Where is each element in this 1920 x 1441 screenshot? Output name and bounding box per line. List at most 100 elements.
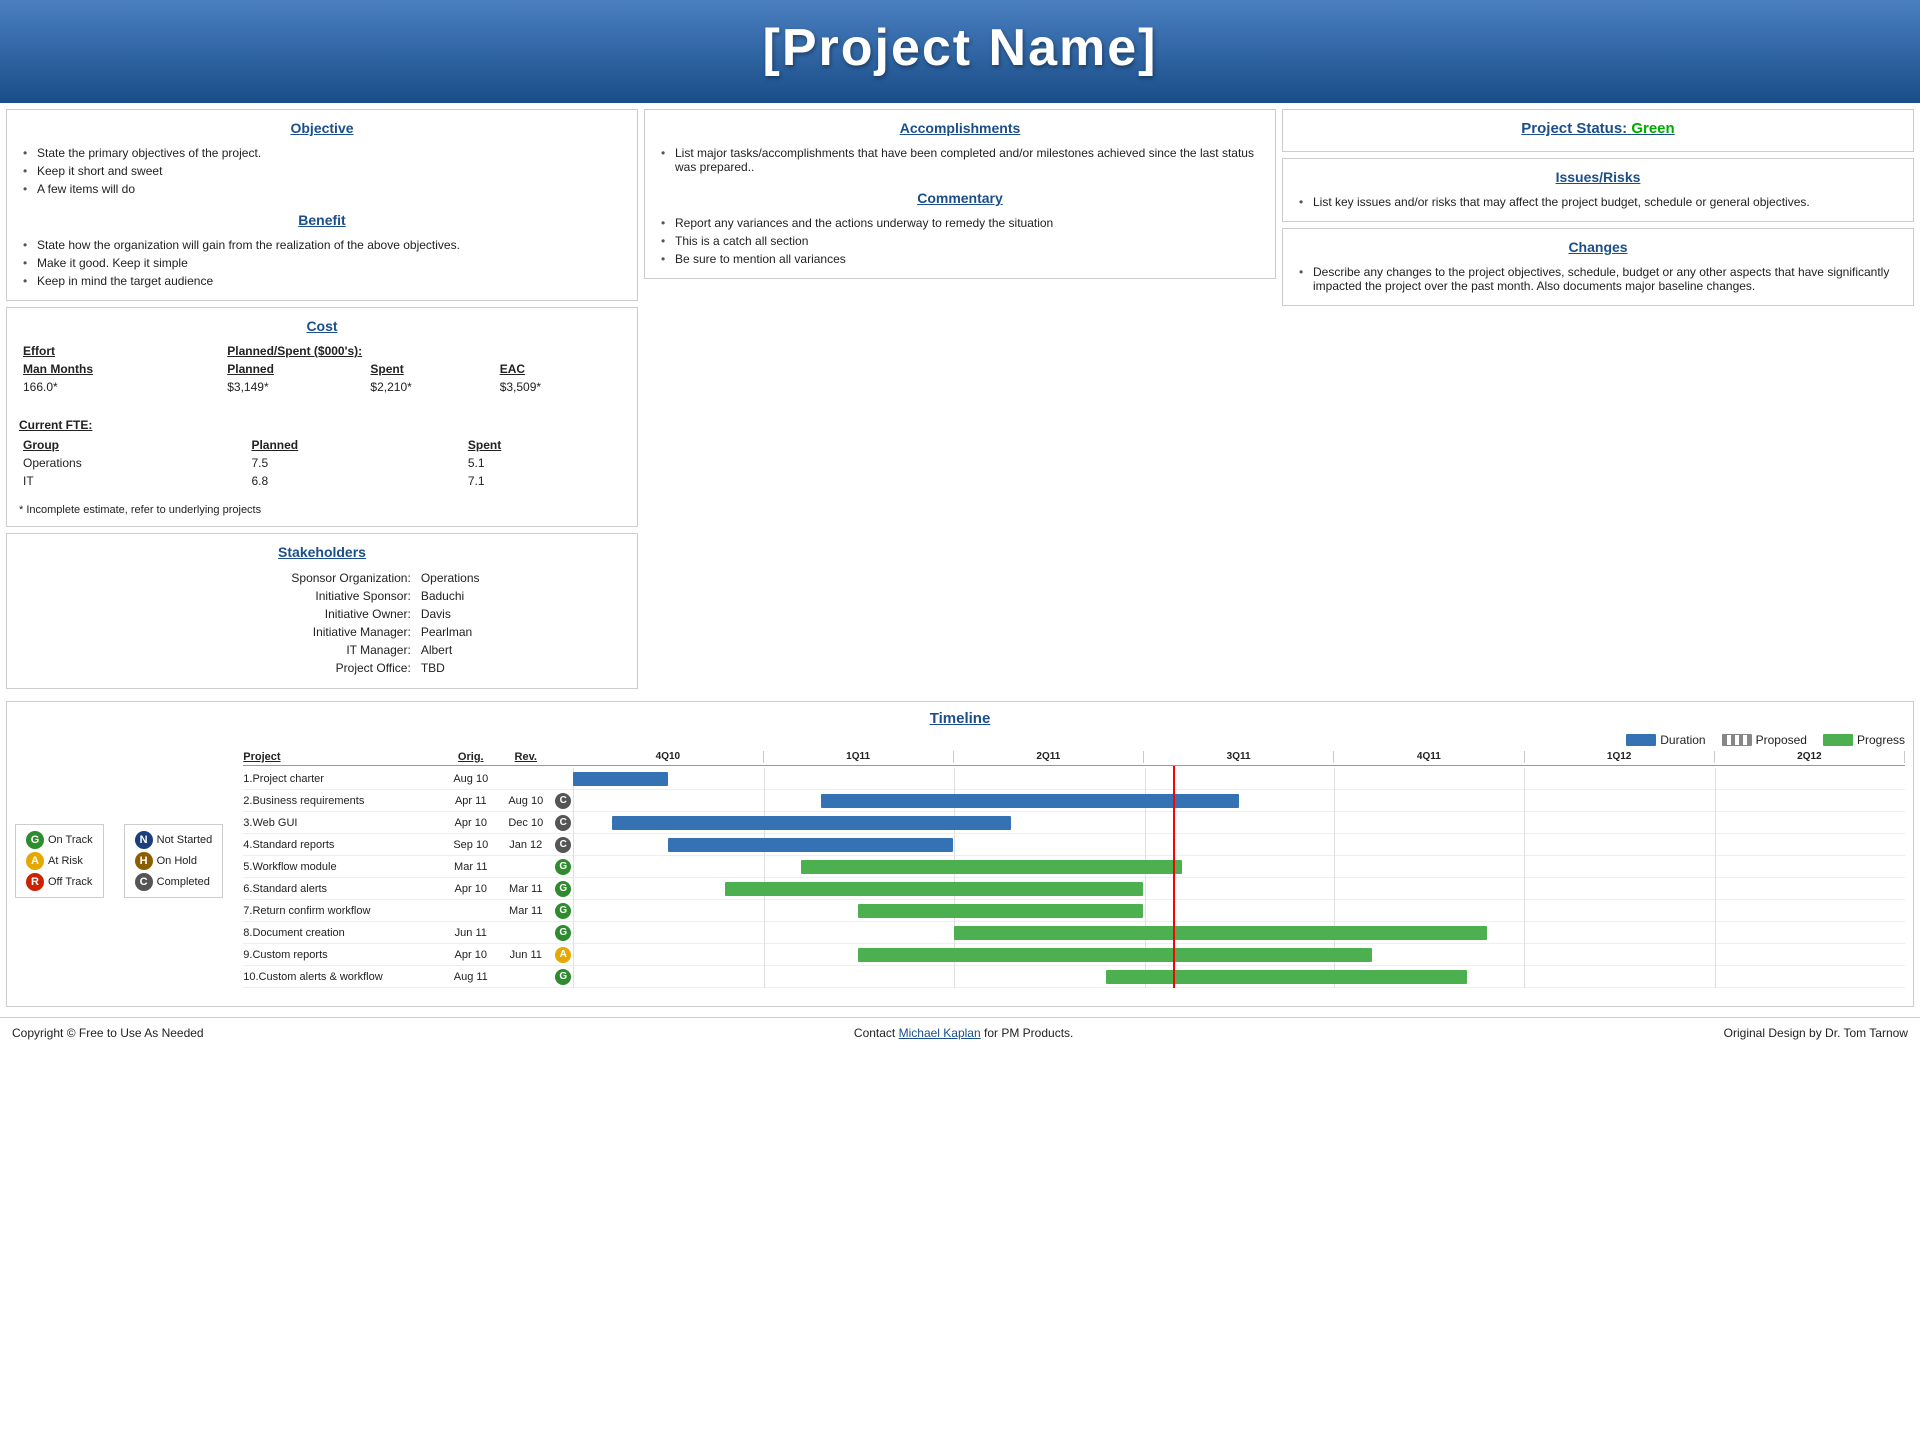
status-badge: G [555,969,571,985]
accomplishments-title: Accomplishments [657,120,1263,136]
legend-item-completed: C Completed [135,873,213,891]
legend-item-notstarted: N Not Started [135,831,213,849]
stakeholder-label: Initiative Manager: [21,624,415,640]
project-status-header: Project Status: Green [1295,120,1901,137]
project-status: C [553,815,573,831]
status-badge: C [555,837,571,853]
stakeholder-label: IT Manager: [21,642,415,658]
gantt-bar [573,772,668,786]
legend-item-ontrack: G On Track [26,831,93,849]
project-name: 7.Return confirm workflow [243,905,443,917]
footer-middle: Contact Michael Kaplan for PM Products. [854,1026,1073,1040]
legend-item-atrisk: A At Risk [26,852,93,870]
status-badge: G [555,859,571,875]
project-status-label: Project Status: [1521,120,1627,137]
legend-item-onhold: H On Hold [135,852,213,870]
table-row: 10.Custom alerts & workflowAug 11G [243,966,1905,988]
legend-label-notstarted: Not Started [157,834,213,846]
project-name: 4.Standard reports [243,839,443,851]
fte-planned-label: Planned [235,436,451,454]
gantt-bar [668,838,953,852]
quarter-2q12: 2Q12 [1715,751,1905,763]
quarter-1q11: 1Q11 [764,751,954,763]
planned-label: Planned [223,360,366,378]
status-badge: A [555,947,571,963]
man-months-label: Man Months [19,360,223,378]
gantt-bar [612,816,1012,830]
left-column: Objective State the primary objectives o… [6,109,638,689]
project-orig: Sep 10 [443,839,498,851]
completed-icon: C [135,873,153,891]
gantt-bar-area [573,878,1905,900]
cost-title: Cost [19,318,625,334]
list-item: Keep it short and sweet [23,162,625,180]
gantt-quarter-headers: 4Q10 1Q11 2Q11 3Q11 4Q11 1Q12 2Q12 [573,751,1905,763]
list-item: 6.8 [235,472,451,490]
project-name: 3.Web GUI [243,817,443,829]
on-hold-icon: H [135,852,153,870]
list-item: Report any variances and the actions und… [661,214,1263,232]
footer-right: Original Design by Dr. Tom Tarnow [1724,1026,1908,1040]
project-name: 9.Custom reports [243,949,443,961]
project-orig: Apr 10 [443,883,498,895]
footer-contact-link[interactable]: Michael Kaplan [899,1026,981,1040]
stakeholders-panel: Stakeholders Sponsor Organization: Opera… [6,533,638,689]
cost-table: Effort Planned/Spent ($000's): Man Month… [19,342,625,396]
legend-label-atrisk: At Risk [48,855,83,867]
project-name: 2.Business requirements [243,795,443,807]
gantt-table: Project Orig. Rev. 4Q10 1Q11 2Q11 3Q11 4… [243,751,1905,988]
today-line [1173,964,1175,989]
spent-value: $2,210* [366,378,495,396]
list-item: This is a catch all section [661,232,1263,250]
stakeholder-value: Davis [417,606,623,622]
gantt-area: Duration Proposed Progress Projec [243,733,1905,988]
table-row: 8.Document creationJun 11G [243,922,1905,944]
stakeholder-value: Albert [417,642,623,658]
cost-footnote: * Incomplete estimate, refer to underlyi… [19,504,625,516]
project-name: 1.Project charter [243,773,443,785]
right-column: Project Status: Green Issues/Risks List … [1282,109,1914,689]
legend-label-ontrack: On Track [48,834,93,846]
project-orig: Aug 10 [443,773,498,785]
footer-middle-prefix: Contact [854,1026,899,1040]
project-rev: Aug 10 [498,795,553,807]
effort-label: Effort [19,342,223,360]
project-orig: Aug 11 [443,971,498,983]
cost-panel: Cost Effort Planned/Spent ($000's): Man … [6,307,638,527]
project-status: C [553,793,573,809]
fte-table: Group Planned Spent Operations 7.5 5.1 I… [19,436,625,490]
gantt-bar [821,794,1239,808]
status-badge: G [555,925,571,941]
legend-container: G On Track A At Risk R Off Track N Not S… [15,733,1905,988]
list-item: List major tasks/accomplishments that ha… [661,144,1263,176]
list-item: IT [19,472,235,490]
status-badge: C [555,815,571,831]
list-item: List key issues and/or risks that may af… [1299,193,1901,211]
list-item: Be sure to mention all variances [661,250,1263,268]
accomplishments-panel: Accomplishments List major tasks/accompl… [644,109,1276,279]
changes-panel: Changes Describe any changes to the proj… [1282,228,1914,306]
project-rev: Jun 11 [498,949,553,961]
stakeholder-value: Pearlman [417,624,623,640]
project-orig: Apr 10 [443,817,498,829]
project-status-panel: Project Status: Green [1282,109,1914,152]
gantt-bar-area [573,856,1905,878]
quarter-2q11: 2Q11 [954,751,1144,763]
page-header: [Project Name] [0,0,1920,100]
project-orig: Mar 11 [443,861,498,873]
gantt-bar [858,904,1143,918]
table-row: Sponsor Organization: Operations [21,570,623,586]
changes-list: Describe any changes to the project obje… [1295,263,1901,295]
duration-bar-icon [1626,734,1656,746]
project-name: 5.Workflow module [243,861,443,873]
project-orig: Apr 10 [443,949,498,961]
quarter-4q10: 4Q10 [573,751,763,763]
gantt-bar-area [573,900,1905,922]
stakeholder-label: Project Office: [21,660,415,676]
col-rev: Rev. [498,751,553,763]
stakeholders-title: Stakeholders [19,544,625,560]
project-status: G [553,859,573,875]
project-rev: Jan 12 [498,839,553,851]
timeline-section: Timeline G On Track A At Risk R Off Trac… [0,695,1920,1013]
quarter-1q12: 1Q12 [1525,751,1715,763]
